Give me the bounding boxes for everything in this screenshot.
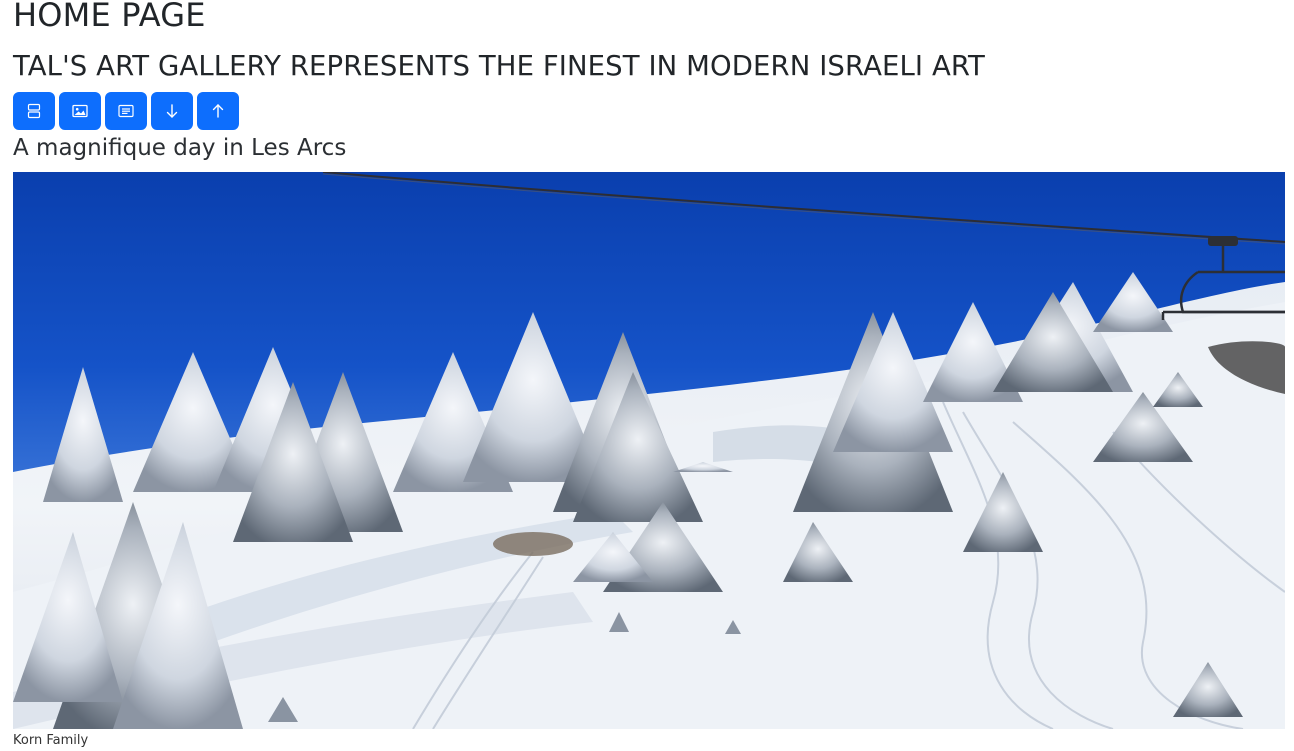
snowy-mountain-photo bbox=[13, 172, 1285, 729]
scroll-down-button[interactable] bbox=[151, 92, 193, 130]
artwork-title: A magnifique day in Les Arcs bbox=[13, 135, 347, 161]
layout-rows-button[interactable] bbox=[13, 92, 55, 130]
card-text-button[interactable] bbox=[105, 92, 147, 130]
gallery-subtitle: TAL'S ART GALLERY REPRESENTS THE FINEST … bbox=[13, 50, 985, 82]
page-title: HOME PAGE bbox=[13, 0, 206, 34]
image-view-button[interactable] bbox=[59, 92, 101, 130]
arrow-up-icon bbox=[210, 103, 226, 119]
image-icon bbox=[72, 103, 88, 119]
layout-rows-icon bbox=[26, 103, 42, 119]
home-page: HOME PAGE TAL'S ART GALLERY REPRESENTS T… bbox=[0, 0, 1294, 751]
arrow-down-icon bbox=[164, 103, 180, 119]
scroll-up-button[interactable] bbox=[197, 92, 239, 130]
artwork-image[interactable] bbox=[13, 172, 1285, 729]
card-text-icon bbox=[118, 103, 134, 119]
view-toolbar bbox=[13, 92, 239, 130]
artwork-credit: Korn Family bbox=[13, 733, 89, 748]
